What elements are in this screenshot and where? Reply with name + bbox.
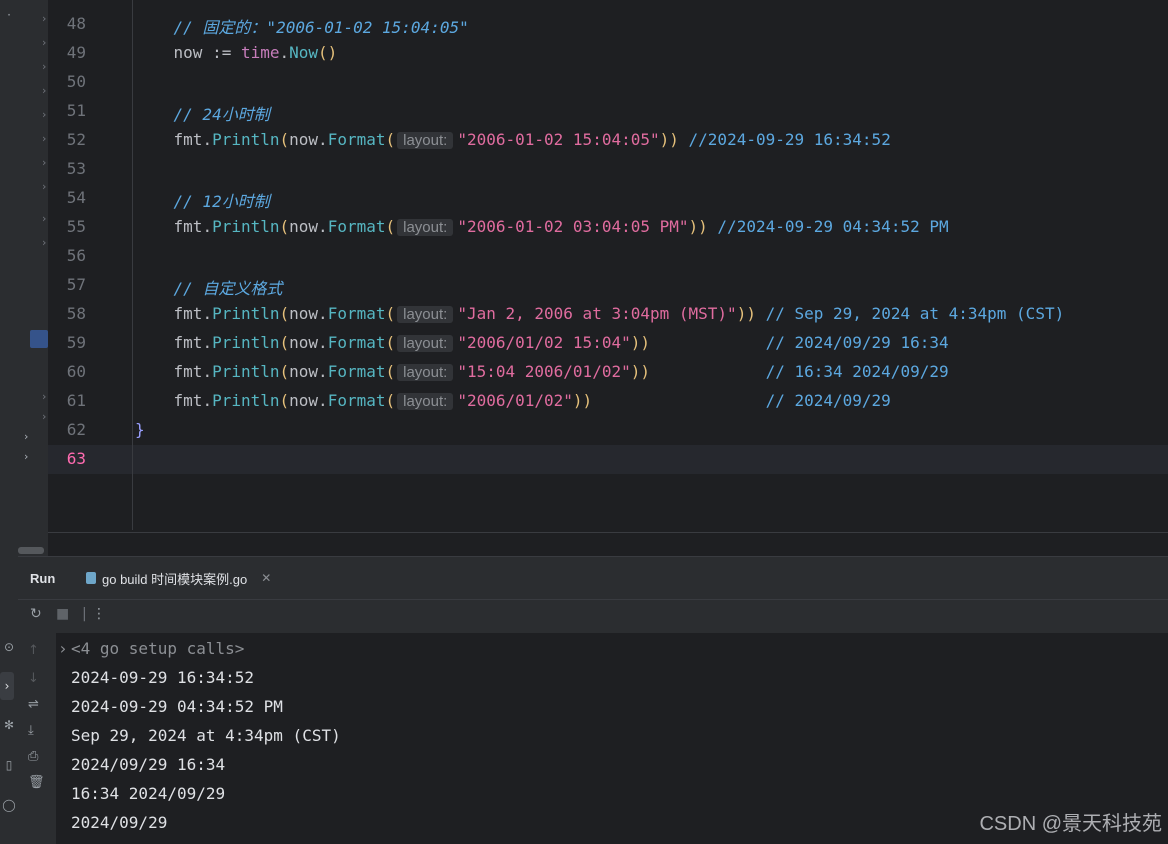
output-line: 16:34 2024/09/29 (71, 784, 226, 803)
expand-setup-icon[interactable]: › (58, 639, 68, 658)
output-line: 2024/09/29 (71, 813, 168, 832)
tool-window-strip: · ⊙ › ✻ ▯ ◯ (0, 0, 19, 844)
code-line-60: fmt.Println(now.Format(layout: "15:04 200… (173, 362, 949, 381)
clear-all-icon[interactable]: 🗑 (28, 775, 45, 790)
code-line-54: // 12小时制 (135, 192, 270, 211)
line-number: 50 (66, 72, 86, 91)
scroll-up-icon[interactable]: ↑ (28, 643, 39, 658)
tree-chevron-icon[interactable]: › (42, 180, 46, 193)
tree-chevron-icon[interactable]: › (42, 390, 46, 403)
tree-chevron-icon[interactable]: › (42, 410, 46, 423)
debug-icon[interactable]: ✻ (0, 718, 18, 732)
tree-chevron-icon[interactable]: › (42, 156, 46, 169)
code-line-59: fmt.Println(now.Format(layout: "2006/01/0… (173, 333, 949, 352)
rerun-icon[interactable]: ↻ (30, 606, 42, 622)
more-options-icon[interactable]: ⋮ (92, 606, 106, 622)
tree-chevron-icon[interactable]: › (42, 132, 46, 145)
param-hint: layout: (397, 219, 454, 236)
current-line-number: 63 (66, 449, 86, 468)
watermark: CSDN @景天科技苑 (979, 813, 1162, 835)
tree-expand-icon[interactable]: › (24, 450, 28, 463)
soft-wrap-icon[interactable]: ⇌ (28, 697, 39, 712)
setup-calls-line[interactable]: <4 go setup calls> (71, 639, 244, 658)
line-number: 58 (66, 304, 86, 323)
line-number: 56 (66, 246, 86, 265)
param-hint: layout: (397, 132, 454, 149)
print-icon[interactable]: ⎙ (28, 749, 38, 764)
tree-chevron-icon[interactable]: › (42, 108, 46, 121)
param-hint: layout: (397, 364, 454, 381)
line-number: 54 (66, 188, 86, 207)
close-tab-icon[interactable]: ✕ (261, 571, 271, 585)
code-line-55: fmt.Println(now.Format(layout: "2006-01-0… (173, 217, 949, 236)
stop-icon[interactable]: ■ (56, 606, 69, 622)
services-icon[interactable]: ⊙ (0, 640, 18, 654)
tree-chevron-icon[interactable]: › (42, 36, 46, 49)
tree-chevron-icon[interactable]: › (42, 236, 46, 249)
line-number: 60 (66, 362, 86, 381)
param-hint: layout: (397, 335, 454, 352)
run-tab-label: go build 时间模块案例.go (102, 571, 248, 587)
run-panel-title: Run (30, 571, 56, 586)
tree-chevron-icon[interactable]: › (42, 84, 46, 97)
toolbar-separator: | (82, 606, 87, 622)
line-number: 49 (66, 43, 86, 62)
run-toolbar: ↻ ■ | ⋮ (18, 599, 1168, 634)
tree-chevron-icon[interactable]: › (42, 12, 46, 25)
line-number: 61 (66, 391, 86, 410)
line-number: 53 (66, 159, 86, 178)
run-tool-icon[interactable]: › (0, 672, 14, 700)
line-number: 52 (66, 130, 86, 149)
code-line-51: // 24小时制 (135, 105, 270, 124)
tree-expand-icon[interactable]: › (24, 430, 28, 443)
problems-icon[interactable]: ◯ (0, 798, 18, 812)
code-line-58: fmt.Println(now.Format(layout: "Jan 2, 20… (173, 304, 1065, 323)
terminal-icon[interactable]: ▯ (0, 758, 18, 772)
param-hint: layout: (397, 393, 454, 410)
code-editor[interactable]: 48 // 固定的："2006-01-02 15:04:05" 49 now :… (48, 0, 1168, 533)
indent-guide (132, 0, 133, 530)
console-side-toolbar: ↑ ↓ ⇌ ⤓ ⎙ 🗑 (18, 633, 56, 844)
code-line-57: // 自定义格式 (135, 279, 283, 298)
run-config-tab[interactable]: go build 时间模块案例.go ✕ (74, 557, 284, 601)
code-line-52: fmt.Println(now.Format(layout: "2006-01-0… (173, 130, 891, 149)
code-line-48: // 固定的："2006-01-02 15:04:05" (135, 18, 469, 37)
output-line: Sep 29, 2024 at 4:34pm (CST) (71, 726, 341, 745)
line-number: 55 (66, 217, 86, 236)
output-line: 2024-09-29 04:34:52 PM (71, 697, 283, 716)
output-line: 2024/09/29 16:34 (71, 755, 226, 774)
code-line-49: now := time.Now() (135, 43, 338, 62)
run-panel-header: Run go build 时间模块案例.go ✕ (18, 556, 1168, 601)
go-file-icon (86, 572, 96, 584)
scroll-to-end-icon[interactable]: ⤓ (28, 723, 34, 738)
line-number: 57 (66, 275, 86, 294)
current-line-highlight (48, 445, 1168, 474)
code-line-61: fmt.Println(now.Format(layout: "2006/01/0… (173, 391, 891, 410)
param-hint: layout: (397, 306, 454, 323)
line-number: 48 (66, 14, 86, 33)
tree-chevron-icon[interactable]: › (42, 60, 46, 73)
scroll-down-icon[interactable]: ↓ (28, 671, 39, 686)
project-tree-panel: › › › › › › › › › › › › › › (18, 0, 48, 556)
tree-scrollbar[interactable] (18, 547, 44, 554)
tree-chevron-icon[interactable]: › (42, 212, 46, 225)
line-number: 62 (66, 420, 86, 439)
output-line: 2024-09-29 16:34:52 (71, 668, 255, 687)
more-icon[interactable]: · (0, 8, 18, 22)
tree-selected-item[interactable] (30, 330, 48, 348)
line-number: 51 (66, 101, 86, 120)
code-line-62: } (135, 420, 145, 439)
line-number: 59 (66, 333, 86, 352)
